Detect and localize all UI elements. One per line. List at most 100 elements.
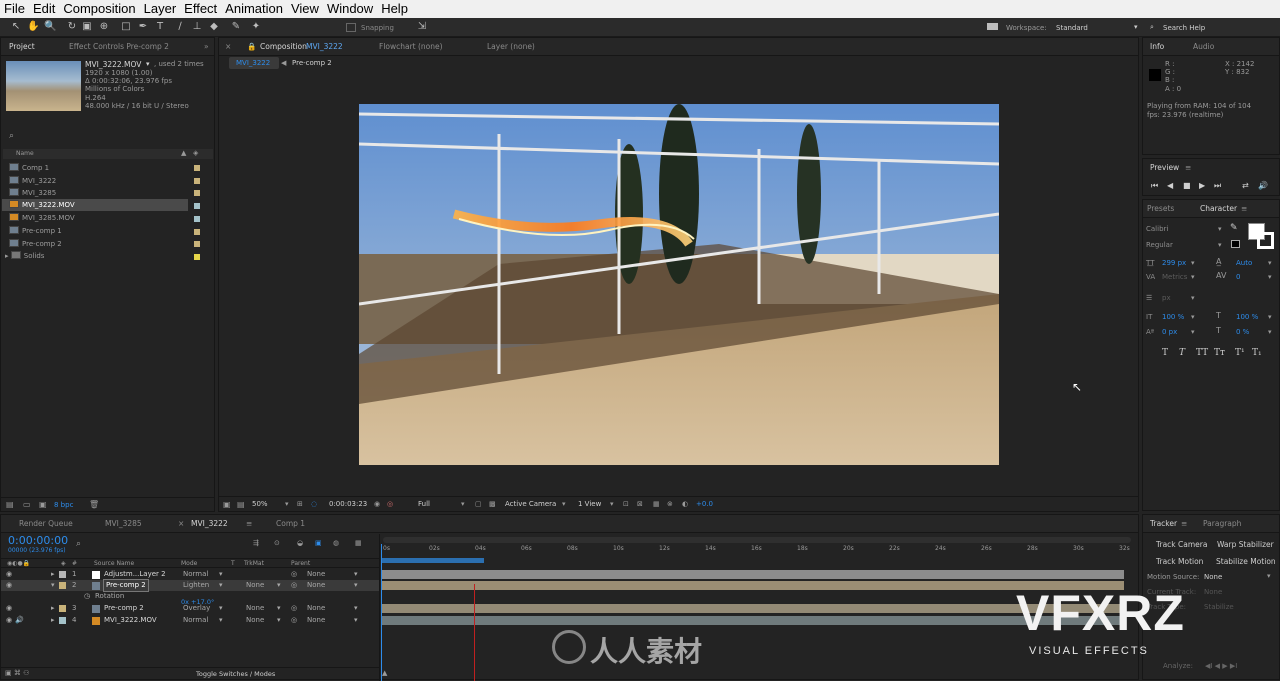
stroke-color-swatch[interactable]	[1257, 232, 1274, 249]
motion-blur-icon[interactable]: ◍	[333, 539, 339, 547]
next-frame-icon[interactable]: ▶	[1199, 181, 1205, 190]
layer-parent[interactable]: None	[307, 615, 325, 626]
chevron-down-icon[interactable]: ▾	[1218, 225, 1222, 233]
brush-tool-icon[interactable]: ∕	[174, 21, 186, 33]
puppet-tool-icon[interactable]: ✦	[250, 21, 262, 33]
mask-icon[interactable]: ◌	[311, 500, 317, 508]
project-item[interactable]: MVI_3285.MOV	[9, 212, 75, 224]
time-ruler[interactable]: 0s 02s 04s 06s 08s 10s 12s 14s 16s 18s 20s 22s 24s 26…	[380, 544, 1141, 556]
chevron-down-icon[interactable]: ▾	[354, 569, 358, 580]
project-item-label-swatch[interactable]	[194, 241, 200, 248]
menu-layer[interactable]: Layer	[140, 0, 181, 18]
menu-help[interactable]: Help	[377, 0, 412, 18]
rotate-tool-icon[interactable]: ↻	[66, 21, 78, 33]
vertical-scale-value[interactable]: 100 %	[1162, 313, 1184, 321]
composition-tab-name[interactable]: MVI_3222	[306, 38, 343, 56]
chevron-down-icon[interactable]: ▾	[277, 603, 281, 614]
chevron-down-icon[interactable]: ▾	[1191, 328, 1195, 336]
project-item-label-swatch[interactable]	[194, 177, 200, 184]
project-item-label-swatch[interactable]	[194, 165, 200, 171]
stopwatch-icon[interactable]: ◷	[84, 591, 90, 602]
font-family-select[interactable]: Calibri	[1146, 222, 1168, 236]
eye-icon[interactable]: ◉	[6, 569, 12, 580]
pick-whip-icon[interactable]: ◎	[291, 615, 297, 626]
project-folder[interactable]: ▸ Solids	[5, 250, 44, 262]
tab-presets[interactable]: Presets	[1147, 200, 1174, 218]
breadcrumb-precomp[interactable]: Pre-comp 2	[292, 59, 332, 67]
chevron-down-icon[interactable]: ▾	[562, 500, 566, 508]
menu-composition[interactable]: Composition	[59, 0, 139, 18]
menu-animation[interactable]: Animation	[221, 0, 287, 18]
layer-parent[interactable]: None	[307, 569, 325, 580]
speaker-icon[interactable]: 🔊	[1258, 181, 1268, 190]
layer-name[interactable]: MVI_3222.MOV	[104, 615, 157, 626]
selection-tool-icon[interactable]: ↖	[10, 21, 22, 33]
chevron-down-icon[interactable]: ▾	[1191, 259, 1195, 267]
snapshot-icon[interactable]: ◉	[374, 500, 380, 508]
label-swatch[interactable]	[59, 617, 66, 624]
exposure-icon[interactable]: ◐	[682, 500, 688, 508]
chevron-down-icon[interactable]: ▾	[1134, 23, 1138, 31]
layer-row[interactable]: ◉ ▸ 3 Pre-comp 2 Overlay ▾ None ▾ ◎ None…	[1, 603, 379, 614]
layer-trkmat[interactable]: None	[246, 603, 264, 614]
layer-name[interactable]: Adjustm...Layer 2	[104, 569, 166, 580]
property-row[interactable]: ◷ Rotation 0x +17.0°	[1, 591, 379, 606]
chevron-down-icon[interactable]: ▾	[1268, 273, 1272, 281]
breadcrumb-comp[interactable]: MVI_3222	[236, 59, 270, 67]
tab-comp-1[interactable]: Comp 1	[276, 515, 305, 533]
resolution-select[interactable]: Full	[418, 500, 430, 508]
chevron-down-icon[interactable]: ▾	[277, 615, 281, 626]
graph-editor-icon[interactable]: ▦	[355, 539, 362, 547]
chevron-down-icon[interactable]: ▾	[1191, 313, 1195, 321]
mask-tool-icon[interactable]: □	[120, 21, 132, 33]
roto-brush-tool-icon[interactable]: ✎	[230, 21, 242, 33]
expand-icon[interactable]: »	[204, 38, 209, 56]
track-type-select[interactable]: Stabilize	[1204, 603, 1234, 611]
chevron-down-icon[interactable]: ▾	[277, 580, 281, 591]
pick-whip-icon[interactable]: ◎	[291, 580, 297, 591]
current-track-select[interactable]: None	[1204, 588, 1222, 596]
chevron-down-icon[interactable]: ▾	[219, 569, 223, 580]
stroke-width-value[interactable]: px	[1162, 294, 1171, 302]
eye-icon[interactable]: ◉	[6, 603, 12, 614]
warp-stabilizer-button[interactable]: Warp Stabilizer	[1217, 540, 1274, 549]
layer-name[interactable]: Pre-comp 2	[103, 579, 149, 592]
chevron-down-icon[interactable]: ▾	[1268, 259, 1272, 267]
stabilize-motion-button[interactable]: Stabilize Motion	[1216, 557, 1276, 566]
chevron-down-icon[interactable]: ▾	[354, 603, 358, 614]
tab-effect-controls[interactable]: Effect Controls Pre-comp 2	[69, 38, 169, 56]
zoom-slider[interactable]: ▲	[382, 669, 387, 677]
folder-icon[interactable]: ▭	[23, 500, 31, 509]
tracking-value[interactable]: 0	[1236, 273, 1240, 281]
project-item[interactable]: MVI_3222	[9, 175, 56, 187]
tab-mvi-3222[interactable]: MVI_3222	[191, 515, 228, 533]
project-item[interactable]: Pre-comp 2	[9, 238, 62, 250]
pick-whip-icon[interactable]: ◎	[291, 569, 297, 580]
faux-bold-button[interactable]: T	[1162, 348, 1168, 358]
pen-tool-icon[interactable]: ✒	[137, 21, 149, 33]
subscript-button[interactable]: T₁	[1252, 348, 1262, 358]
menu-window[interactable]: Window	[323, 0, 377, 18]
timecode-display[interactable]: 0:00:00:00	[8, 534, 68, 547]
search-icon[interactable]: ⌕	[76, 539, 81, 549]
superscript-button[interactable]: T¹	[1235, 348, 1245, 358]
expand-triangle-icon[interactable]: ▸	[51, 603, 55, 614]
project-item[interactable]: MVI_3285	[9, 187, 56, 199]
tab-preview[interactable]: Preview	[1150, 159, 1179, 177]
menu-view[interactable]: View	[287, 0, 323, 18]
eye-icon[interactable]: ◉	[6, 580, 12, 591]
chevron-down-icon[interactable]: ▾	[285, 500, 289, 508]
chevron-down-icon[interactable]: ▾	[1191, 294, 1195, 302]
flowchart-icon[interactable]: ⊗	[667, 500, 673, 508]
project-item[interactable]: Pre-comp 1	[9, 225, 62, 237]
chevron-down-icon[interactable]: ▾	[461, 500, 465, 508]
expand-triangle-icon[interactable]: ▸	[51, 569, 55, 580]
tsume-value[interactable]: 0 %	[1236, 328, 1249, 336]
tab-tracker[interactable]: Tracker	[1150, 515, 1177, 533]
pixel-aspect-icon[interactable]: ⊡	[623, 500, 629, 508]
chevron-down-icon[interactable]: ▾	[354, 615, 358, 626]
chevron-down-icon[interactable]: ▾	[1267, 572, 1271, 580]
kerning-value[interactable]: Metrics	[1162, 273, 1187, 281]
tab-render-queue[interactable]: Render Queue	[19, 515, 73, 533]
column-mode[interactable]: Mode	[181, 560, 197, 567]
